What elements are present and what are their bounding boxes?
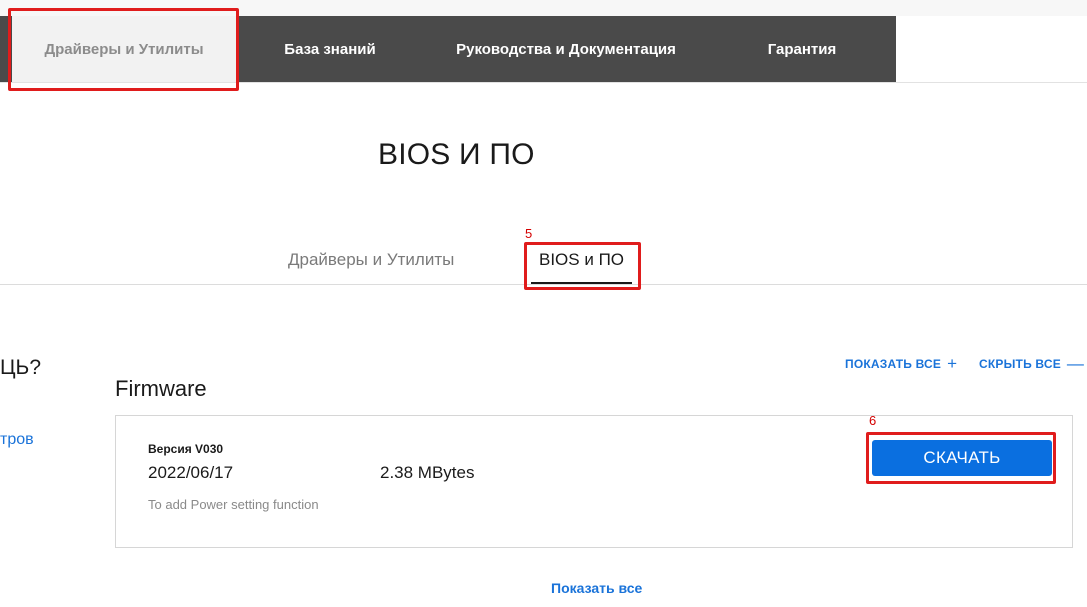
collapse-all-label: СКРЫТЬ ВСЕ — [979, 357, 1061, 371]
nav-tab-label: Руководства и Документация — [456, 40, 676, 58]
page-title: BIOS И ПО — [378, 138, 535, 171]
highlight-box-subtab — [524, 242, 641, 290]
nav-tab-label: Гарантия — [767, 40, 837, 58]
expand-all-button[interactable]: ПОКАЗАТЬ ВСЕ + — [845, 354, 957, 374]
download-label: СКАЧАТЬ — [923, 448, 1001, 467]
annotation-marker-5: 5 — [525, 226, 533, 241]
download-button[interactable]: СКАЧАТЬ — [872, 440, 1052, 476]
expand-all-label: ПОКАЗАТЬ ВСЕ — [845, 357, 942, 371]
sidebar-question: ЦЬ? — [0, 356, 41, 379]
nav-tab-knowledge-base[interactable]: База знаний — [250, 16, 410, 82]
section-title: Firmware — [115, 376, 207, 401]
item-description: To add Power setting function — [148, 497, 319, 512]
show-all-link[interactable]: Показать все — [551, 580, 642, 596]
collapse-all-button[interactable]: СКРЫТЬ ВСЕ — — [979, 354, 1084, 374]
nav-tab-label: База знаний — [284, 40, 376, 58]
nav-tab-warranty[interactable]: Гарантия — [730, 16, 874, 82]
sidebar-link[interactable]: тров — [0, 431, 34, 449]
plus-icon: + — [947, 354, 958, 373]
item-size: 2.38 MBytes — [380, 463, 475, 482]
annotation-marker-6: 6 — [869, 413, 877, 428]
highlight-box-nav-tab — [8, 8, 239, 91]
nav-tab-manuals[interactable]: Руководства и Документация — [430, 16, 702, 82]
minus-icon: — — [1066, 354, 1085, 373]
subtab-drivers[interactable]: Драйверы и Утилиты — [288, 250, 454, 270]
item-date: 2022/06/17 — [148, 463, 234, 482]
item-version: Версия V030 — [148, 442, 224, 456]
